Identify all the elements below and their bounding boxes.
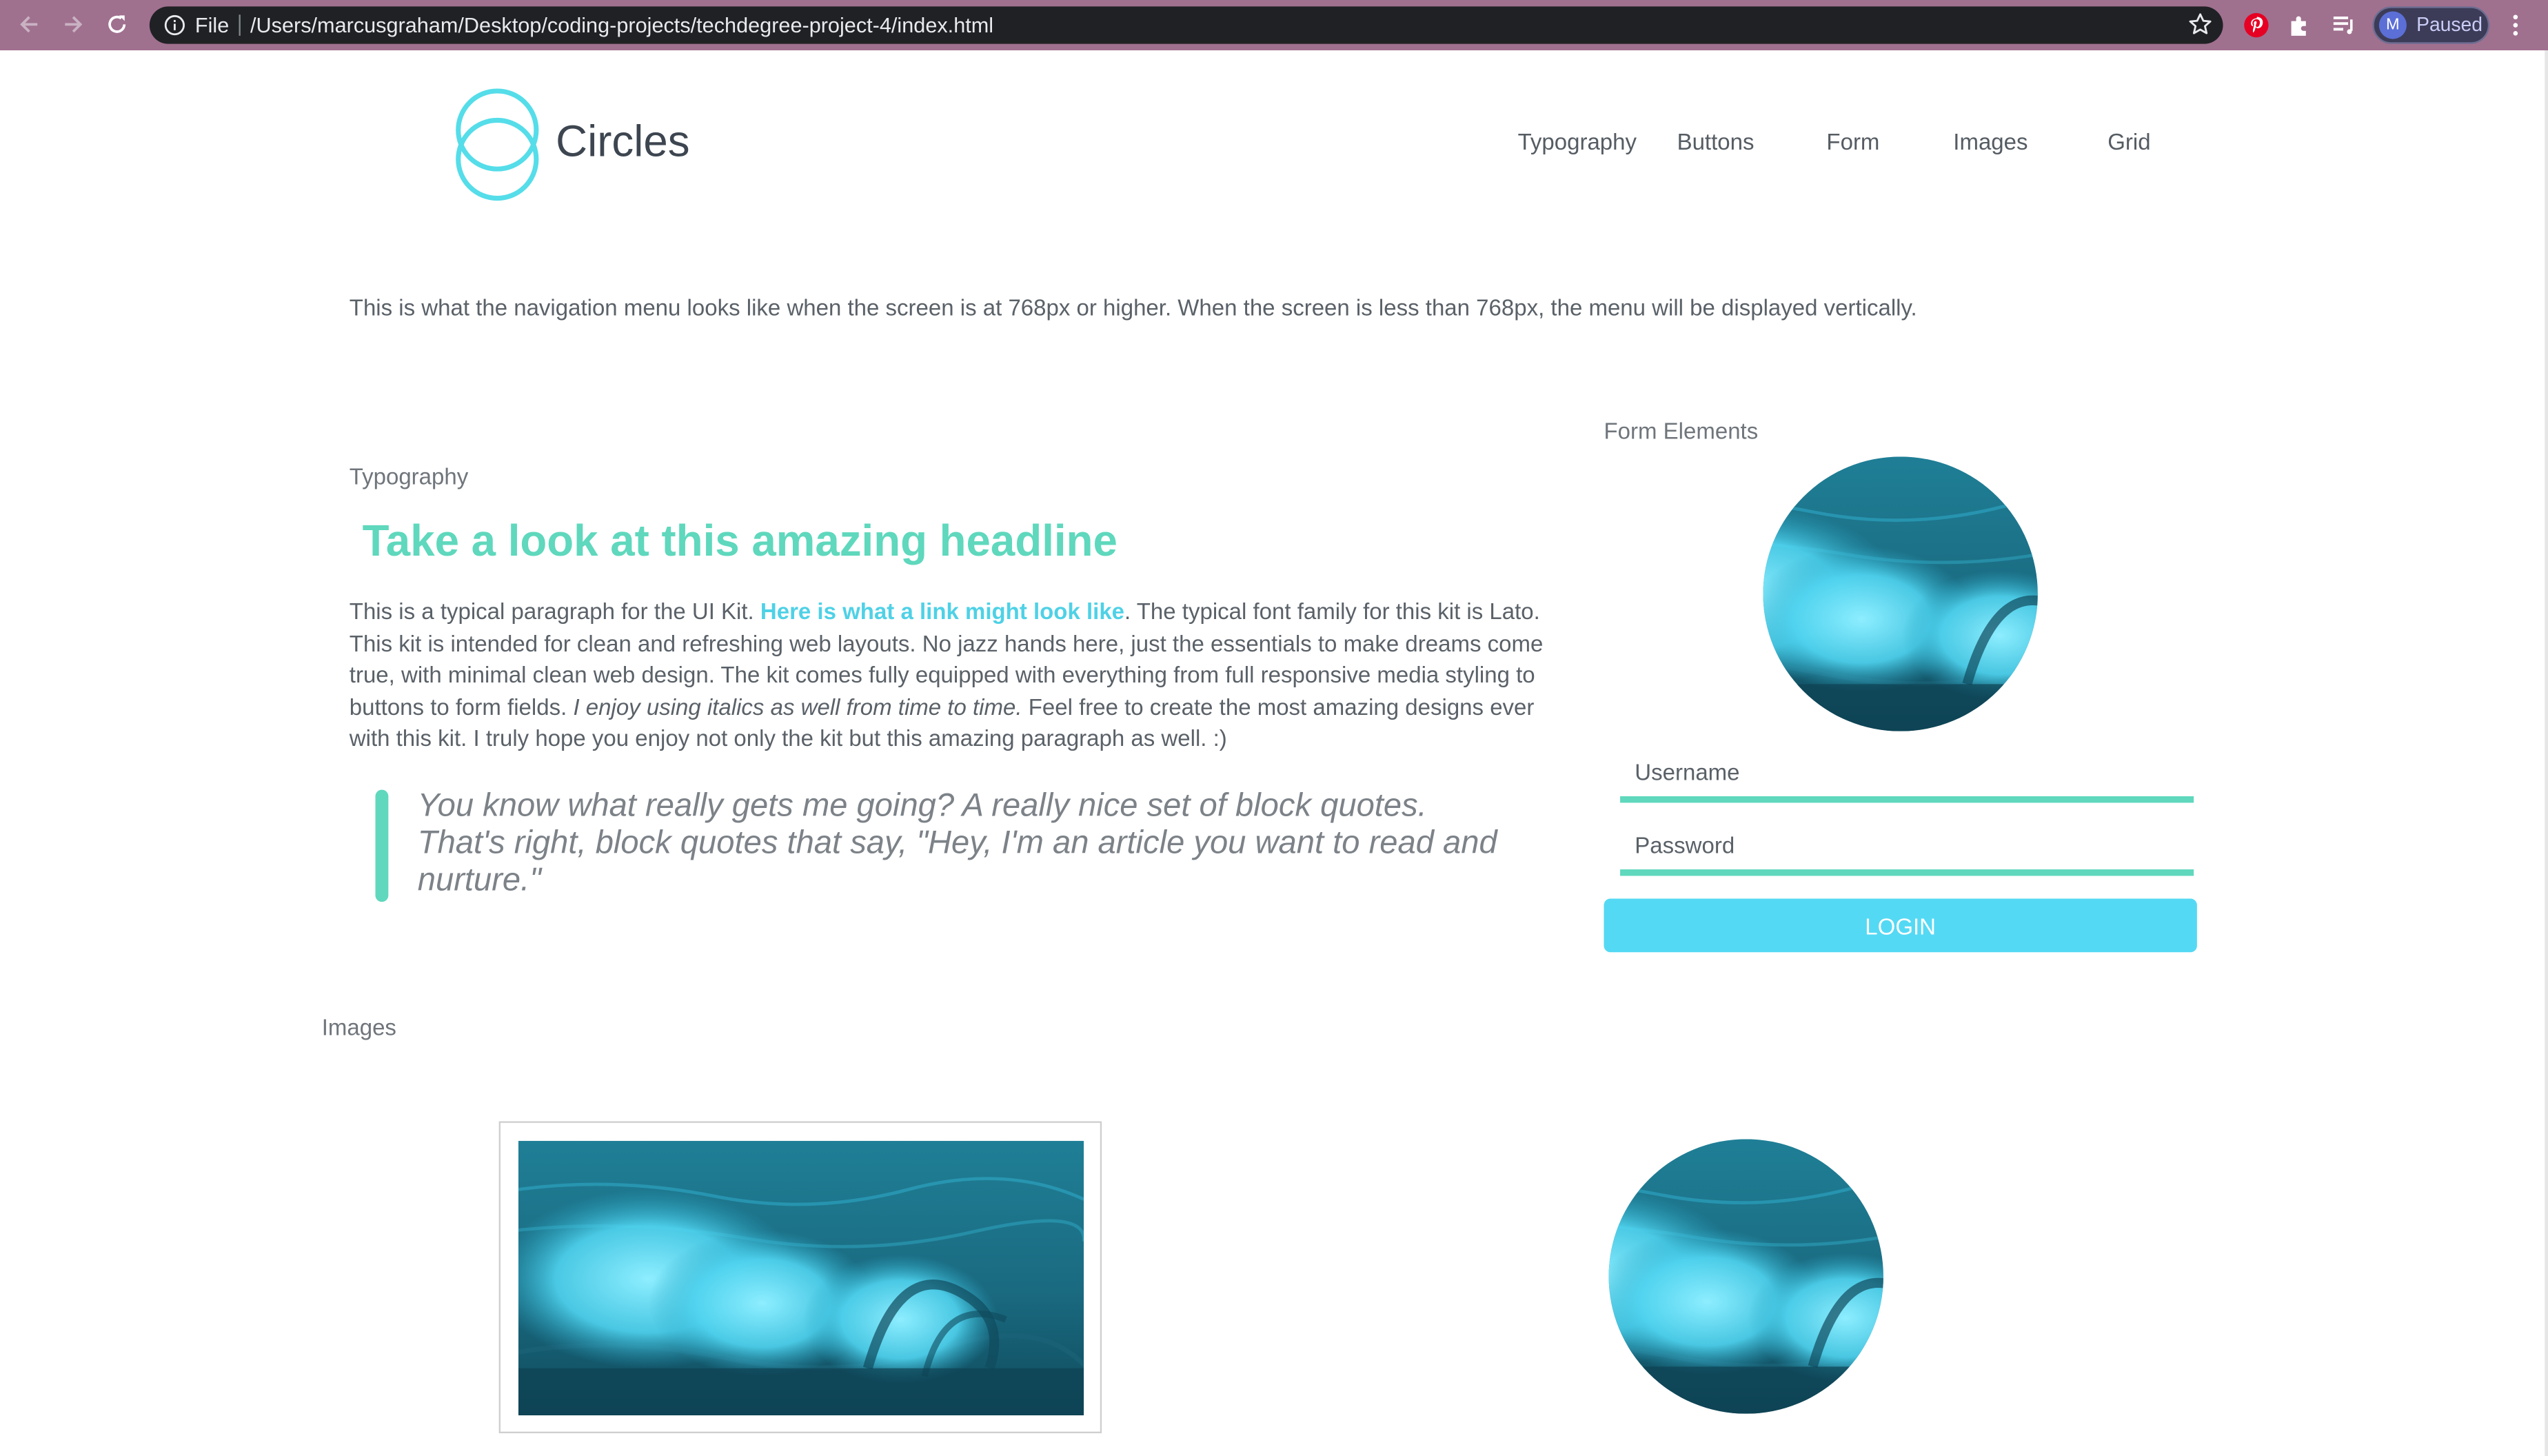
wave-circle-image-2 <box>1609 1139 1883 1413</box>
back-arrow-icon <box>20 16 38 33</box>
typography-section-label: Typography <box>349 463 469 489</box>
logo-text[interactable]: Circles <box>556 117 690 168</box>
forward-arrow-icon <box>65 16 83 33</box>
nav-buttons[interactable]: Buttons <box>1677 128 1755 154</box>
reload-button[interactable] <box>103 10 132 39</box>
wave-graphic-icon <box>1763 456 2038 731</box>
form-section-label: Form Elements <box>1604 417 1759 444</box>
pinterest-icon[interactable] <box>2243 12 2270 39</box>
wave-rect-image <box>518 1141 1084 1415</box>
info-icon[interactable] <box>164 14 185 36</box>
back-button[interactable] <box>14 10 43 39</box>
nav-typography[interactable]: Typography <box>1518 128 1637 154</box>
profile-button[interactable]: M Paused <box>2372 6 2490 44</box>
nav-form[interactable]: Form <box>1826 128 1879 154</box>
wave-circle-image <box>1763 456 2038 731</box>
blockquote: You know what really gets me going? A re… <box>417 788 1497 899</box>
profile-status: Paused <box>2416 12 2483 36</box>
bookmark-star-icon[interactable] <box>2187 12 2214 38</box>
login-button[interactable]: LOGIN <box>1604 898 2197 953</box>
scheme-label: File <box>194 12 230 38</box>
framed-image <box>498 1121 1102 1433</box>
extensions-puzzle-icon[interactable] <box>2287 12 2314 39</box>
reading-list-icon[interactable] <box>2330 12 2358 39</box>
separator <box>239 14 241 36</box>
screen: File /Users/marcusgraham/Desktop/coding-… <box>0 0 2548 1456</box>
wave-graphic-icon <box>1609 1139 1883 1413</box>
nav-images[interactable]: Images <box>1953 128 2028 154</box>
web-page: Circles Typography Buttons Form Images G… <box>0 50 2548 1456</box>
para-text-start: This is a typical paragraph for the UI K… <box>349 598 760 625</box>
address-bar[interactable]: File /Users/marcusgraham/Desktop/coding-… <box>149 6 2223 44</box>
blockquote-bar <box>375 789 389 902</box>
avatar: M <box>2378 11 2407 39</box>
body-paragraph: This is a typical paragraph for the UI K… <box>350 596 1568 756</box>
url-text[interactable]: /Users/marcusgraham/Desktop/coding-proje… <box>250 13 993 37</box>
headline: Take a look at this amazing headline <box>362 516 1118 566</box>
italic-text: I enjoy using italics as well from time … <box>573 693 1022 720</box>
images-section-label: Images <box>321 1013 396 1040</box>
username-input[interactable] <box>1620 747 2194 803</box>
more-menu-icon[interactable] <box>2507 12 2524 39</box>
password-input[interactable] <box>1620 820 2194 876</box>
nav-grid[interactable]: Grid <box>2107 128 2150 154</box>
nav-note: This is what the navigation menu looks l… <box>349 294 1917 321</box>
reload-icon <box>108 15 126 33</box>
wave-graphic-icon <box>518 1141 1084 1415</box>
scrollbar[interactable] <box>2545 50 2548 1456</box>
forward-button[interactable] <box>59 10 88 39</box>
circles-logo-icon[interactable] <box>454 86 545 203</box>
sample-link[interactable]: Here is what a link might look like <box>760 598 1124 624</box>
browser-toolbar: File /Users/marcusgraham/Desktop/coding-… <box>0 0 2548 51</box>
